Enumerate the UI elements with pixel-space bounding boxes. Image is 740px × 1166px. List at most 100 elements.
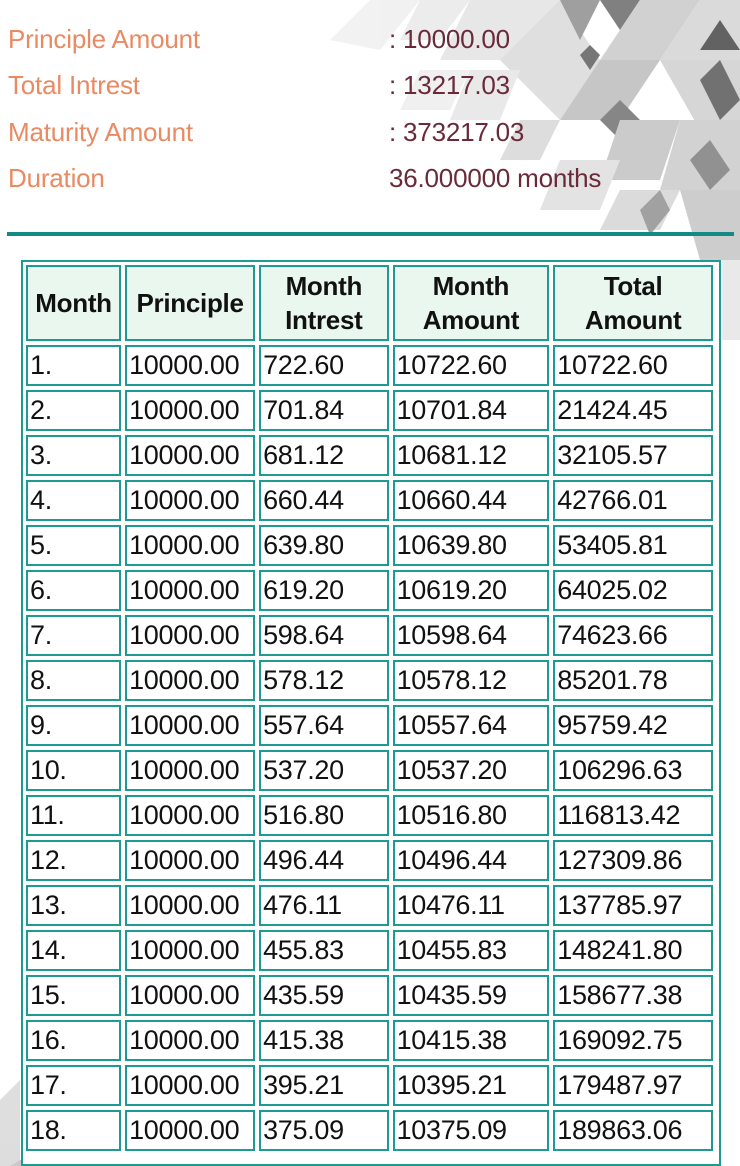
cell-month: 18. bbox=[26, 1110, 122, 1151]
cell-month-amount: 10375.09 bbox=[392, 1110, 550, 1151]
maturity-amount-value: : 373217.03 bbox=[389, 117, 525, 147]
duration-value: 36.000000 months bbox=[389, 163, 602, 193]
cell-month-amount: 10415.38 bbox=[392, 1020, 550, 1061]
header-month-amount: Month Amount bbox=[392, 265, 550, 341]
table-row: 7. 10000.00 598.64 10598.64 74623.66 bbox=[26, 615, 713, 656]
summary-row-duration: Duration 36.000000 months bbox=[8, 158, 728, 198]
header-month-interest: Month Intrest bbox=[259, 265, 389, 341]
cell-principle: 10000.00 bbox=[125, 795, 256, 836]
table-row: 14. 10000.00 455.83 10455.83 148241.80 bbox=[26, 930, 713, 971]
cell-month: 7. bbox=[26, 615, 122, 656]
table-row: 16. 10000.00 415.38 10415.38 169092.75 bbox=[26, 1020, 713, 1061]
cell-principle: 10000.00 bbox=[125, 885, 256, 926]
cell-principle: 10000.00 bbox=[125, 345, 256, 386]
cell-principle: 10000.00 bbox=[125, 525, 256, 566]
cell-month-interest: 639.80 bbox=[259, 525, 389, 566]
cell-principle: 10000.00 bbox=[125, 660, 256, 701]
cell-principle: 10000.00 bbox=[125, 1110, 256, 1151]
table-row: 1. 10000.00 722.60 10722.60 10722.60 bbox=[26, 345, 713, 386]
cell-total-amount: 127309.86 bbox=[553, 840, 713, 881]
cell-month: 11. bbox=[26, 795, 122, 836]
cell-month-amount: 10722.60 bbox=[392, 345, 550, 386]
cell-month: 13. bbox=[26, 885, 122, 926]
cell-month: 8. bbox=[26, 660, 122, 701]
cell-total-amount: 85201.78 bbox=[553, 660, 713, 701]
table-row: 5. 10000.00 639.80 10639.80 53405.81 bbox=[26, 525, 713, 566]
cell-total-amount: 158677.38 bbox=[553, 975, 713, 1016]
cell-month-amount: 10578.12 bbox=[392, 660, 550, 701]
table-row: 6. 10000.00 619.20 10619.20 64025.02 bbox=[26, 570, 713, 611]
cell-month: 15. bbox=[26, 975, 122, 1016]
cell-month-interest: 395.21 bbox=[259, 1065, 389, 1106]
cell-month-amount: 10639.80 bbox=[392, 525, 550, 566]
cell-month: 10. bbox=[26, 750, 122, 791]
header-total-amount: Total Amount bbox=[553, 265, 713, 341]
cell-principle: 10000.00 bbox=[125, 480, 256, 521]
table-row: 15. 10000.00 435.59 10435.59 158677.38 bbox=[26, 975, 713, 1016]
header-principle: Principle bbox=[125, 265, 256, 341]
cell-month-interest: 455.83 bbox=[259, 930, 389, 971]
cell-month: 14. bbox=[26, 930, 122, 971]
cell-total-amount: 53405.81 bbox=[553, 525, 713, 566]
table-header-row: Month Principle Month Intrest Month Amount… bbox=[26, 265, 713, 341]
cell-month-interest: 537.20 bbox=[259, 750, 389, 791]
cell-principle: 10000.00 bbox=[125, 705, 256, 746]
table-row: 3. 10000.00 681.12 10681.12 32105.57 bbox=[26, 435, 713, 476]
cell-total-amount: 148241.80 bbox=[553, 930, 713, 971]
cell-month-amount: 10701.84 bbox=[392, 390, 550, 431]
cell-month-interest: 435.59 bbox=[259, 975, 389, 1016]
cell-total-amount: 189863.06 bbox=[553, 1110, 713, 1151]
cell-month: 16. bbox=[26, 1020, 122, 1061]
total-interest-label: Total Intrest bbox=[8, 70, 140, 100]
header-month: Month bbox=[26, 265, 122, 341]
section-divider bbox=[7, 232, 734, 236]
cell-month-interest: 476.11 bbox=[259, 885, 389, 926]
cell-principle: 10000.00 bbox=[125, 930, 256, 971]
table-row: 17. 10000.00 395.21 10395.21 179487.97 bbox=[26, 1065, 713, 1106]
cell-month-amount: 10619.20 bbox=[392, 570, 550, 611]
table-row: 8. 10000.00 578.12 10578.12 85201.78 bbox=[26, 660, 713, 701]
cell-total-amount: 106296.63 bbox=[553, 750, 713, 791]
cell-month-interest: 496.44 bbox=[259, 840, 389, 881]
cell-total-amount: 42766.01 bbox=[553, 480, 713, 521]
cell-month-amount: 10598.64 bbox=[392, 615, 550, 656]
cell-total-amount: 95759.42 bbox=[553, 705, 713, 746]
cell-month: 12. bbox=[26, 840, 122, 881]
cell-month-amount: 10476.11 bbox=[392, 885, 550, 926]
cell-total-amount: 10722.60 bbox=[553, 345, 713, 386]
fd-calculator-result: Principle Amount : 10000.00 Total Intres… bbox=[0, 0, 740, 1166]
cell-principle: 10000.00 bbox=[125, 390, 256, 431]
cell-month-interest: 375.09 bbox=[259, 1110, 389, 1151]
cell-month: 5. bbox=[26, 525, 122, 566]
cell-total-amount: 169092.75 bbox=[553, 1020, 713, 1061]
cell-month: 1. bbox=[26, 345, 122, 386]
cell-month: 6. bbox=[26, 570, 122, 611]
total-interest-value: : 13217.03 bbox=[389, 70, 510, 100]
cell-principle: 10000.00 bbox=[125, 435, 256, 476]
cell-month-interest: 557.64 bbox=[259, 705, 389, 746]
cell-month: 4. bbox=[26, 480, 122, 521]
cell-total-amount: 21424.45 bbox=[553, 390, 713, 431]
summary-row-interest: Total Intrest : 13217.03 bbox=[8, 65, 728, 105]
cell-total-amount: 64025.02 bbox=[553, 570, 713, 611]
schedule-table-container[interactable]: Month Principle Month Intrest Month Amount… bbox=[21, 260, 721, 1166]
cell-month-amount: 10516.80 bbox=[392, 795, 550, 836]
summary-section: Principle Amount : 10000.00 Total Intres… bbox=[0, 0, 740, 232]
cell-principle: 10000.00 bbox=[125, 570, 256, 611]
summary-row-principle: Principle Amount : 10000.00 bbox=[8, 19, 728, 59]
cell-principle: 10000.00 bbox=[125, 1020, 256, 1061]
table-row: 4. 10000.00 660.44 10660.44 42766.01 bbox=[26, 480, 713, 521]
cell-total-amount: 32105.57 bbox=[553, 435, 713, 476]
cell-total-amount: 116813.42 bbox=[553, 795, 713, 836]
cell-principle: 10000.00 bbox=[125, 975, 256, 1016]
cell-month: 3. bbox=[26, 435, 122, 476]
cell-month-interest: 415.38 bbox=[259, 1020, 389, 1061]
cell-month-interest: 660.44 bbox=[259, 480, 389, 521]
cell-month-interest: 578.12 bbox=[259, 660, 389, 701]
cell-month-amount: 10537.20 bbox=[392, 750, 550, 791]
table-row: 12. 10000.00 496.44 10496.44 127309.86 bbox=[26, 840, 713, 881]
principle-amount-value: : 10000.00 bbox=[389, 24, 510, 54]
maturity-amount-label: Maturity Amount bbox=[8, 117, 193, 147]
cell-month-interest: 516.80 bbox=[259, 795, 389, 836]
cell-month-amount: 10435.59 bbox=[392, 975, 550, 1016]
